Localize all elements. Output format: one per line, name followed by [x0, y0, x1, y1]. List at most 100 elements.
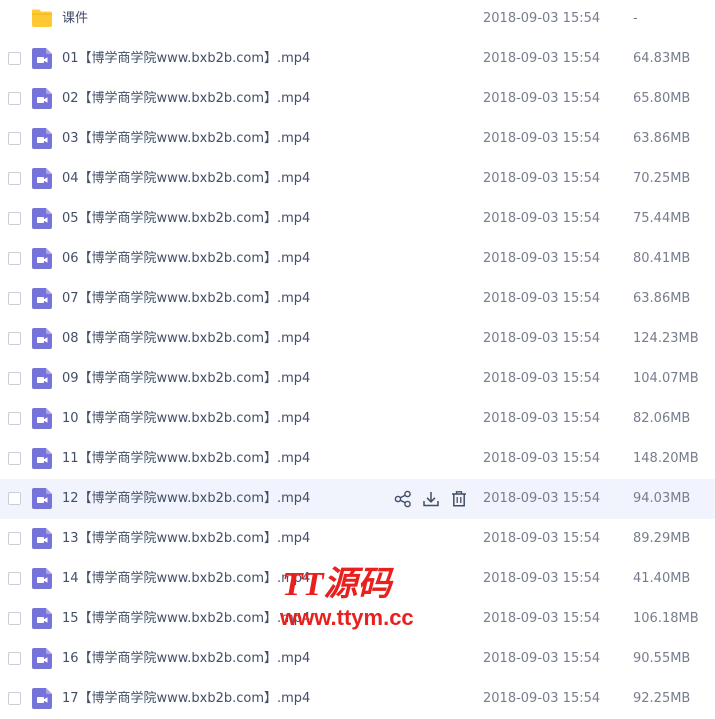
- file-row[interactable]: 11【博学商学院www.bxb2b.com】.mp4 2018-09-03 15:…: [0, 439, 715, 479]
- file-size: 106.18MB: [633, 611, 699, 626]
- file-row[interactable]: 17【博学商学院www.bxb2b.com】.mp4 2018-09-03 15:…: [0, 679, 715, 719]
- file-size: 65.80MB: [633, 91, 691, 106]
- row-checkbox[interactable]: [8, 692, 21, 705]
- file-date: 2018-09-03 15:54: [483, 211, 601, 226]
- row-checkbox[interactable]: [8, 132, 21, 145]
- file-row[interactable]: 09【博学商学院www.bxb2b.com】.mp4 2018-09-03 15:…: [0, 359, 715, 399]
- share-icon[interactable]: [394, 490, 412, 508]
- file-size: -: [633, 11, 638, 26]
- file-name[interactable]: 12【博学商学院www.bxb2b.com】.mp4: [62, 490, 310, 508]
- file-name[interactable]: 16【博学商学院www.bxb2b.com】.mp4: [62, 650, 310, 668]
- file-row[interactable]: 15【博学商学院www.bxb2b.com】.mp4 2018-09-03 15:…: [0, 599, 715, 639]
- file-date: 2018-09-03 15:54: [483, 91, 601, 106]
- file-size: 82.06MB: [633, 411, 691, 426]
- video-file-icon: [32, 648, 52, 669]
- video-file-icon: [32, 688, 52, 709]
- video-file-icon: [32, 608, 52, 629]
- file-date: 2018-09-03 15:54: [483, 491, 601, 506]
- file-date: 2018-09-03 15:54: [483, 531, 601, 546]
- file-size: 63.86MB: [633, 291, 691, 306]
- folder-row[interactable]: 课件 2018-09-03 15:54 -: [0, 0, 715, 39]
- row-checkbox[interactable]: [8, 452, 21, 465]
- row-checkbox[interactable]: [8, 532, 21, 545]
- file-name[interactable]: 06【博学商学院www.bxb2b.com】.mp4: [62, 250, 310, 268]
- file-size: 90.55MB: [633, 651, 691, 666]
- row-checkbox[interactable]: [8, 332, 21, 345]
- row-checkbox[interactable]: [8, 492, 21, 505]
- row-checkbox[interactable]: [8, 92, 21, 105]
- file-row[interactable]: 12【博学商学院www.bxb2b.com】.mp4 2018-09-03 15:…: [0, 479, 715, 519]
- video-file-icon: [32, 528, 52, 549]
- video-file-icon: [32, 288, 52, 309]
- video-file-icon: [32, 408, 52, 429]
- video-file-icon: [32, 328, 52, 349]
- file-date: 2018-09-03 15:54: [483, 651, 601, 666]
- file-size: 80.41MB: [633, 251, 691, 266]
- file-row[interactable]: 10【博学商学院www.bxb2b.com】.mp4 2018-09-03 15:…: [0, 399, 715, 439]
- file-row[interactable]: 07【博学商学院www.bxb2b.com】.mp4 2018-09-03 15:…: [0, 279, 715, 319]
- file-size: 148.20MB: [633, 451, 699, 466]
- video-file-icon: [32, 488, 52, 509]
- file-list: 课件 2018-09-03 15:54 - 01【博学商学院www.bxb2b.com…: [0, 0, 715, 717]
- file-date: 2018-09-03 15:54: [483, 131, 601, 146]
- file-row[interactable]: 13【博学商学院www.bxb2b.com】.mp4 2018-09-03 15:…: [0, 519, 715, 559]
- row-checkbox[interactable]: [8, 172, 21, 185]
- file-name[interactable]: 01【博学商学院www.bxb2b.com】.mp4: [62, 50, 310, 68]
- file-name[interactable]: 17【博学商学院www.bxb2b.com】.mp4: [62, 690, 310, 708]
- file-row[interactable]: 06【博学商学院www.bxb2b.com】.mp4 2018-09-03 15:…: [0, 239, 715, 279]
- folder-icon: [32, 9, 52, 27]
- file-row[interactable]: 02【博学商学院www.bxb2b.com】.mp4 2018-09-03 15:…: [0, 79, 715, 119]
- file-name[interactable]: 09【博学商学院www.bxb2b.com】.mp4: [62, 370, 310, 388]
- file-date: 2018-09-03 15:54: [483, 171, 601, 186]
- file-row[interactable]: 04【博学商学院www.bxb2b.com】.mp4 2018-09-03 15:…: [0, 159, 715, 199]
- file-size: 94.03MB: [633, 491, 691, 506]
- file-date: 2018-09-03 15:54: [483, 611, 601, 626]
- file-size: 92.25MB: [633, 691, 691, 706]
- file-size: 89.29MB: [633, 531, 691, 546]
- file-name[interactable]: 13【博学商学院www.bxb2b.com】.mp4: [62, 530, 310, 548]
- file-row[interactable]: 14【博学商学院www.bxb2b.com】.mp4 2018-09-03 15:…: [0, 559, 715, 599]
- row-checkbox[interactable]: [8, 612, 21, 625]
- download-icon[interactable]: [422, 490, 440, 508]
- file-name[interactable]: 14【博学商学院www.bxb2b.com】.mp4: [62, 570, 310, 588]
- video-file-icon: [32, 208, 52, 229]
- file-name[interactable]: 05【博学商学院www.bxb2b.com】.mp4: [62, 210, 310, 228]
- file-name[interactable]: 08【博学商学院www.bxb2b.com】.mp4: [62, 330, 310, 348]
- file-date: 2018-09-03 15:54: [483, 571, 601, 586]
- file-row[interactable]: 16【博学商学院www.bxb2b.com】.mp4 2018-09-03 15:…: [0, 639, 715, 679]
- file-size: 104.07MB: [633, 371, 699, 386]
- row-checkbox[interactable]: [8, 572, 21, 585]
- file-name[interactable]: 11【博学商学院www.bxb2b.com】.mp4: [62, 450, 310, 468]
- row-checkbox[interactable]: [8, 52, 21, 65]
- file-row[interactable]: 03【博学商学院www.bxb2b.com】.mp4 2018-09-03 15:…: [0, 119, 715, 159]
- row-checkbox[interactable]: [8, 372, 21, 385]
- video-file-icon: [32, 168, 52, 189]
- file-date: 2018-09-03 15:54: [483, 11, 601, 26]
- file-row[interactable]: 05【博学商学院www.bxb2b.com】.mp4 2018-09-03 15:…: [0, 199, 715, 239]
- row-checkbox[interactable]: [8, 412, 21, 425]
- file-name[interactable]: 课件: [62, 10, 88, 28]
- file-row[interactable]: 01【博学商学院www.bxb2b.com】.mp4 2018-09-03 15:…: [0, 39, 715, 79]
- video-file-icon: [32, 248, 52, 269]
- row-checkbox[interactable]: [8, 252, 21, 265]
- video-file-icon: [32, 88, 52, 109]
- video-file-icon: [32, 448, 52, 469]
- file-date: 2018-09-03 15:54: [483, 251, 601, 266]
- row-checkbox[interactable]: [8, 652, 21, 665]
- file-date: 2018-09-03 15:54: [483, 691, 601, 706]
- file-size: 41.40MB: [633, 571, 691, 586]
- file-name[interactable]: 03【博学商学院www.bxb2b.com】.mp4: [62, 130, 310, 148]
- row-checkbox[interactable]: [8, 212, 21, 225]
- delete-icon[interactable]: [450, 490, 468, 508]
- row-checkbox[interactable]: [8, 292, 21, 305]
- file-name[interactable]: 10【博学商学院www.bxb2b.com】.mp4: [62, 410, 310, 428]
- file-name[interactable]: 04【博学商学院www.bxb2b.com】.mp4: [62, 170, 310, 188]
- file-row[interactable]: 08【博学商学院www.bxb2b.com】.mp4 2018-09-03 15:…: [0, 319, 715, 359]
- file-date: 2018-09-03 15:54: [483, 331, 601, 346]
- file-name[interactable]: 02【博学商学院www.bxb2b.com】.mp4: [62, 90, 310, 108]
- file-date: 2018-09-03 15:54: [483, 291, 601, 306]
- file-date: 2018-09-03 15:54: [483, 411, 601, 426]
- file-size: 124.23MB: [633, 331, 699, 346]
- file-name[interactable]: 07【博学商学院www.bxb2b.com】.mp4: [62, 290, 310, 308]
- file-name[interactable]: 15【博学商学院www.bxb2b.com】.mp4: [62, 610, 310, 628]
